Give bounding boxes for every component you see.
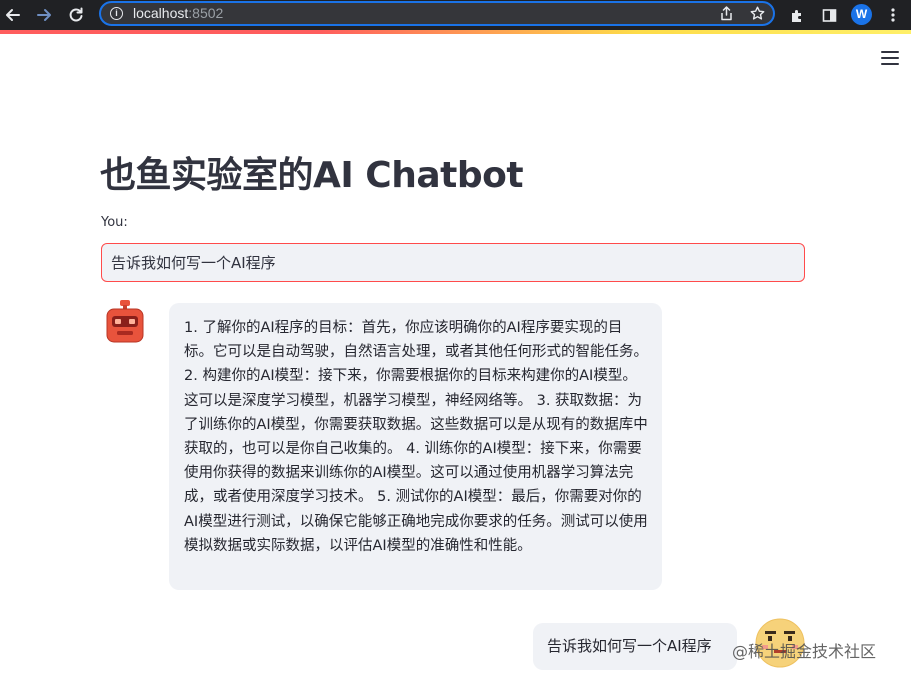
more-vert-icon[interactable] xyxy=(882,0,904,30)
streamlit-decoration-bar xyxy=(0,30,911,34)
watermark: @稀土掘金技术社区 xyxy=(732,642,877,661)
profile-avatar[interactable]: W xyxy=(851,4,872,25)
back-arrow-icon[interactable] xyxy=(2,0,24,30)
robot-avatar-icon xyxy=(104,298,146,344)
page-title: 也鱼实验室的AI Chatbot xyxy=(100,155,524,196)
address-bar[interactable]: i localhost:8502 xyxy=(99,1,775,26)
bookmark-star-icon[interactable] xyxy=(748,3,766,24)
info-icon[interactable]: i xyxy=(110,7,123,20)
sidebar-icon[interactable] xyxy=(818,0,840,30)
user-message: 告诉我如何写一个AI程序 xyxy=(533,623,737,670)
input-label: You: xyxy=(101,215,128,230)
hamburger-menu-icon[interactable] xyxy=(880,50,900,66)
extensions-icon[interactable] xyxy=(786,0,808,30)
browser-toolbar: i localhost:8502 W xyxy=(0,0,911,30)
bot-message: 1. 了解你的AI程序的目标：首先，你应该明确你的AI程序要实现的目标。它可以是… xyxy=(169,303,662,590)
url-port: :8502 xyxy=(188,5,224,21)
chat-input[interactable] xyxy=(101,243,805,282)
share-icon[interactable] xyxy=(717,3,735,24)
reload-icon[interactable] xyxy=(65,0,87,30)
forward-arrow-icon[interactable] xyxy=(33,0,55,30)
url-text[interactable]: localhost:8502 xyxy=(133,3,223,24)
url-host: localhost xyxy=(133,5,189,21)
